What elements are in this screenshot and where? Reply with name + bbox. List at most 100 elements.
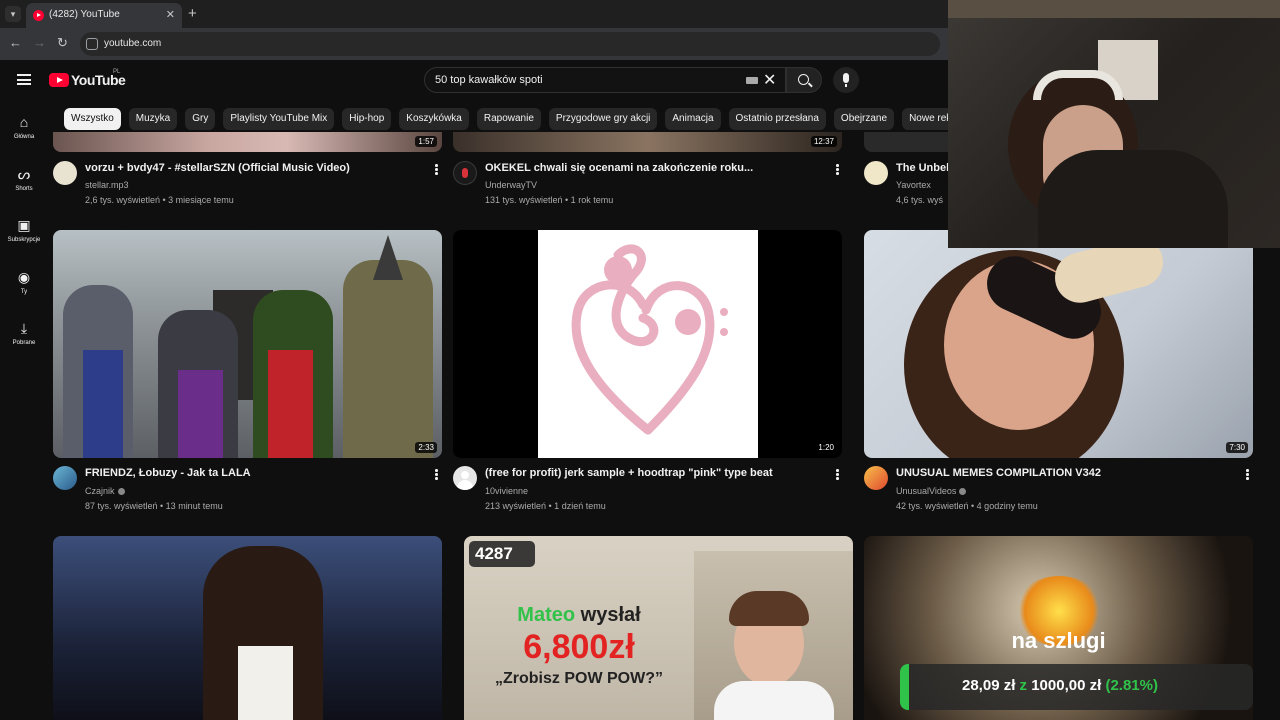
chip-mix[interactable]: Playlisty YouTube Mix xyxy=(223,108,335,130)
back-arrow-icon[interactable]: ← xyxy=(9,35,22,50)
rail-item-subscriptions[interactable]: ▣ Subskrypcje xyxy=(0,211,48,257)
address-url: youtube.com xyxy=(104,38,162,49)
video-title[interactable]: (free for profit) jerk sample + hoodtrap… xyxy=(485,467,830,479)
more-options-icon[interactable] xyxy=(836,164,840,176)
chip-all[interactable]: Wszystko xyxy=(64,108,121,130)
rail-item-home[interactable]: ⌂ Główna xyxy=(0,108,48,154)
video-meta: 131 tys. wyświetleń • 1 rok temu xyxy=(485,195,614,205)
video-thumbnail[interactable]: 1:57 xyxy=(53,132,442,152)
reload-icon[interactable]: ↻ xyxy=(57,35,68,51)
more-options-icon[interactable] xyxy=(1246,469,1250,481)
chip-basketball[interactable]: Koszykówka xyxy=(399,108,469,130)
rail-label-you: Ty xyxy=(20,289,28,295)
donation-amount: 6,800zł xyxy=(523,628,635,666)
donation-count: 4287 xyxy=(475,544,513,563)
chip-music[interactable]: Muzyka xyxy=(128,108,178,130)
video-title[interactable]: vorzu + bvdy47 - #stellarSZN (Official M… xyxy=(85,162,425,174)
channel-name[interactable]: 10vivienne xyxy=(485,486,528,496)
video-duration: 12:37 xyxy=(810,136,837,147)
video-thumbnail[interactable]: 2:33 xyxy=(53,230,442,458)
rail-label-home: Główna xyxy=(13,134,35,140)
treble-clef-heart-icon xyxy=(571,244,728,435)
video-thumbnail[interactable]: na szlugi 28,09 zł z 1000,00 zł (2.81%) xyxy=(864,536,1253,720)
more-options-icon[interactable] xyxy=(435,469,439,481)
forward-arrow-icon[interactable]: → xyxy=(33,35,46,50)
video-meta: 87 tys. wyświetleń • 13 minut temu xyxy=(85,501,223,511)
keyboard-icon[interactable] xyxy=(746,77,758,84)
video-title[interactable]: OKEKEL chwali się ocenami na zakończenie… xyxy=(485,162,830,174)
chip-hiphop[interactable]: Hip-hop xyxy=(342,108,392,130)
site-info-icon[interactable] xyxy=(86,38,98,50)
screen: ▾ (4282) YouTube ✕ + ← → ↻ youtube.com Y… xyxy=(0,0,1280,720)
you-icon: ◉ xyxy=(17,269,31,285)
chip-recent[interactable]: Ostatnio przesłana xyxy=(728,108,826,130)
filter-chips: Wszystko Muzyka Gry Playlisty YouTube Mix Hi… xyxy=(64,108,948,130)
webcam-person-body xyxy=(1038,150,1228,248)
more-options-icon[interactable] xyxy=(435,164,439,176)
video-title[interactable]: FRIENDZ, Łobuzy - Jak ta LALA xyxy=(85,467,425,479)
channel-avatar[interactable] xyxy=(453,466,477,490)
goal-percent: (2.81%) xyxy=(1105,677,1158,694)
search-input[interactable]: 50 top kawałków spoti ✕ xyxy=(424,67,786,93)
video-thumbnail[interactable]: 1:20 xyxy=(453,230,842,458)
video-meta: 213 wyświetleń • 1 dzień temu xyxy=(485,501,606,511)
youtube-logo-icon[interactable] xyxy=(49,73,69,87)
channel-avatar[interactable] xyxy=(864,466,888,490)
video-title[interactable]: The Unbeli xyxy=(896,162,948,174)
voice-search-mic-icon[interactable] xyxy=(833,67,859,93)
new-tab-plus-icon[interactable]: + xyxy=(188,5,197,22)
rail-label-shorts: Shorts xyxy=(15,186,33,192)
chip-new-recommended[interactable]: Nowe reko xyxy=(902,108,948,130)
goal-current: 28,09 zł xyxy=(962,677,1016,694)
thumbnail-image-streamer xyxy=(694,551,853,720)
channel-name[interactable]: Czajnik xyxy=(85,486,125,496)
search-button[interactable] xyxy=(786,67,822,93)
video-title[interactable]: UNUSUAL MEMES COMPILATION V342 xyxy=(896,467,1241,479)
channel-name[interactable]: UnusualVideos xyxy=(896,486,967,496)
video-thumbnail[interactable]: 7:30 xyxy=(864,230,1253,458)
video-duration: 2:33 xyxy=(415,442,437,453)
search-icon xyxy=(798,74,809,85)
channel-avatar[interactable] xyxy=(53,466,77,490)
channel-avatar[interactable] xyxy=(53,161,77,185)
menu-hamburger-icon[interactable] xyxy=(17,74,31,85)
tab-search-chevron-icon[interactable]: ▾ xyxy=(5,6,21,22)
chip-rap[interactable]: Rapowanie xyxy=(476,108,541,130)
webcam-overlay xyxy=(948,0,1280,248)
chip-watched[interactable]: Obejrzane xyxy=(833,108,895,130)
channel-name[interactable]: stellar.mp3 xyxy=(85,180,129,190)
video-thumbnail[interactable] xyxy=(53,536,442,720)
rail-item-shorts[interactable]: ᔕ Shorts xyxy=(0,160,48,206)
chip-animation[interactable]: Animacja xyxy=(665,108,721,130)
rail-item-you[interactable]: ◉ Ty xyxy=(0,263,48,309)
tab-title: (4282) YouTube xyxy=(49,9,120,20)
video-meta: 42 tys. wyświetleń • 4 godziny temu xyxy=(896,501,1038,511)
video-duration: 7:30 xyxy=(1226,442,1248,453)
video-duration: 1:20 xyxy=(815,442,837,453)
channel-name[interactable]: Yavortex xyxy=(896,180,931,190)
download-icon: ⤓ xyxy=(20,320,28,336)
channel-name-text: UnusualVideos xyxy=(896,486,957,496)
channel-avatar[interactable] xyxy=(864,161,888,185)
home-icon: ⌂ xyxy=(19,114,29,130)
video-thumbnail[interactable]: 4287 Mateo wysłał 6,800zł „Zrobisz POW P… xyxy=(464,536,853,720)
goal-caption: na szlugi xyxy=(1011,628,1106,653)
video-meta: 4,6 tys. wyś xyxy=(896,195,944,205)
video-thumbnail[interactable]: 12:37 xyxy=(453,132,842,152)
channel-name[interactable]: UnderwayTV xyxy=(485,180,537,190)
chip-adventure[interactable]: Przygodowe gry akcji xyxy=(548,108,658,130)
goal-progress-text: 28,09 zł z 1000,00 zł (2.81%) xyxy=(900,677,1220,694)
verified-badge-icon xyxy=(959,488,967,495)
rail-item-downloads[interactable]: ⤓ Pobrane xyxy=(0,314,48,360)
clear-search-icon[interactable]: ✕ xyxy=(763,70,776,90)
tab-close-icon[interactable]: ✕ xyxy=(166,8,175,21)
search-query: 50 top kawałków spoti xyxy=(435,74,543,86)
chip-games[interactable]: Gry xyxy=(185,108,216,130)
more-options-icon[interactable] xyxy=(836,469,840,481)
browser-tab-youtube[interactable]: (4282) YouTube ✕ xyxy=(26,3,182,28)
channel-avatar[interactable] xyxy=(453,161,477,185)
video-meta: 2,6 tys. wyświetleń • 3 miesiące temu xyxy=(85,195,234,205)
address-bar[interactable]: youtube.com xyxy=(80,32,940,56)
youtube-favicon-icon xyxy=(33,10,44,21)
video-thumbnail[interactable] xyxy=(864,132,948,152)
